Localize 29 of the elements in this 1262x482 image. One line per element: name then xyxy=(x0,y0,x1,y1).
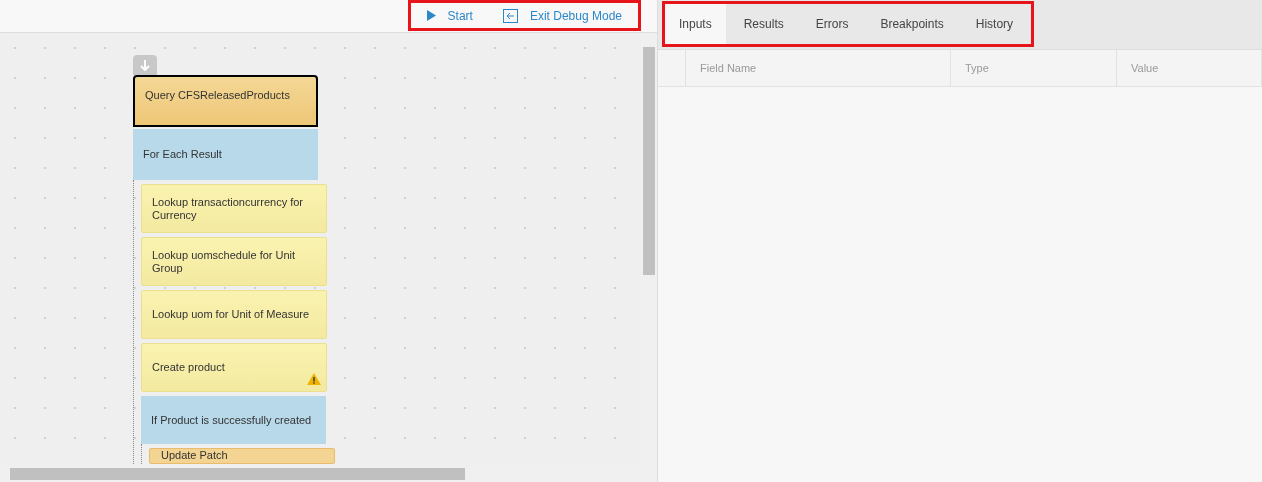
block-label: For Each Result xyxy=(143,148,223,161)
toolbar-button[interactable]: Start xyxy=(426,6,473,25)
exit-icon xyxy=(502,8,518,23)
block-label: Create product xyxy=(152,361,226,374)
block-label: Update Patch xyxy=(160,449,229,462)
flow-block[interactable]: Query CFSReleasedProducts xyxy=(133,75,318,127)
flow-block[interactable]: Update Patch xyxy=(149,448,335,464)
vertical-scrollbar[interactable] xyxy=(641,33,657,466)
block-label: Lookup transactioncurrency for Currency xyxy=(152,195,305,222)
horizontal-scrollbar[interactable] xyxy=(0,466,657,482)
flow-block[interactable]: Lookup uom for Unit of Measure xyxy=(141,290,327,339)
column-header: Field Name xyxy=(700,60,757,76)
tab[interactable]: Inputs xyxy=(665,4,726,44)
column-header: Type xyxy=(965,60,989,76)
flow-block[interactable]: For Each Result xyxy=(133,129,318,180)
play-icon xyxy=(426,10,436,21)
arrow-down-icon xyxy=(140,59,150,71)
flow-block[interactable]: Lookup transactioncurrency for Currency xyxy=(141,184,327,233)
scrollbar-thumb[interactable] xyxy=(643,47,655,275)
flow-block[interactable]: If Product is successfully created xyxy=(141,396,326,444)
block-label: Lookup uom for Unit of Measure xyxy=(152,308,311,321)
block-label: Query CFSReleasedProducts xyxy=(145,89,291,102)
toolbar-button[interactable]: Exit Debug Mode xyxy=(502,6,622,25)
block-label: If Product is successfully created xyxy=(151,413,313,427)
scrollbar-thumb[interactable] xyxy=(10,468,465,480)
column-header: Value xyxy=(1131,60,1159,76)
block-label: Lookup uomschedule for Unit Group xyxy=(152,248,297,275)
flow-block[interactable]: Create product xyxy=(141,343,327,392)
flow-block[interactable]: Lookup uomschedule for Unit Group xyxy=(141,237,327,286)
